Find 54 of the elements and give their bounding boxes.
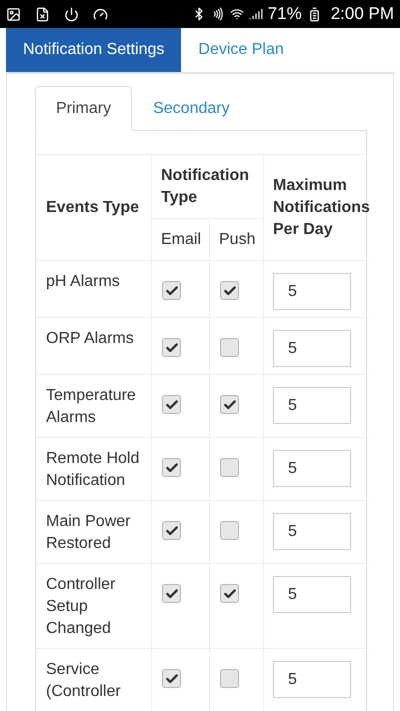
checkbox[interactable] xyxy=(162,338,181,357)
table-cell: Temperature Alarms xyxy=(36,375,152,438)
table-cell: Service (Controller xyxy=(36,649,152,711)
check-icon xyxy=(222,284,236,298)
input-field[interactable]: 5 xyxy=(273,450,351,487)
table-cell: pH Alarms xyxy=(36,261,152,318)
check-icon xyxy=(164,460,178,474)
column-header: Push xyxy=(210,219,264,261)
check-icon xyxy=(164,524,178,538)
clock: 2:00 PM xyxy=(330,3,394,26)
checkbox[interactable] xyxy=(220,584,239,603)
check-icon xyxy=(164,340,178,354)
checkbox[interactable] xyxy=(220,281,239,300)
check-icon xyxy=(222,586,236,600)
checkbox[interactable] xyxy=(162,521,181,540)
signal-icon xyxy=(248,7,263,21)
tab[interactable]: Secondary xyxy=(132,86,251,131)
table-cell: Remote Hold Notification xyxy=(36,438,152,501)
checkbox[interactable] xyxy=(162,458,181,477)
checkbox[interactable] xyxy=(220,669,239,688)
check-icon xyxy=(164,398,178,412)
checkbox[interactable] xyxy=(220,458,239,477)
check-icon xyxy=(222,398,236,412)
column-header: Email xyxy=(152,219,210,261)
check-icon xyxy=(164,672,178,686)
checkbox[interactable] xyxy=(220,521,239,540)
table-cell: ORP Alarms xyxy=(36,318,152,375)
checkbox[interactable] xyxy=(220,338,239,357)
input-field[interactable]: 5 xyxy=(273,273,351,310)
check-icon xyxy=(164,586,178,600)
input-field[interactable]: 5 xyxy=(273,387,351,424)
wifi-icon xyxy=(230,7,244,21)
checkbox[interactable] xyxy=(220,395,239,414)
battery-percent: 71% xyxy=(268,3,302,26)
check-icon xyxy=(164,284,178,298)
image-icon xyxy=(6,6,21,22)
checkbox[interactable] xyxy=(162,281,181,300)
input-field[interactable]: 5 xyxy=(273,661,351,698)
checkbox[interactable] xyxy=(162,395,181,414)
tab[interactable]: Primary xyxy=(35,86,132,131)
input-field[interactable]: 5 xyxy=(273,330,351,367)
table-cell: Controller Setup Changed xyxy=(36,564,152,649)
file-icon xyxy=(35,6,50,22)
table-cell: Main Power Restored xyxy=(36,501,152,564)
column-header: Events Type xyxy=(36,155,152,261)
checkbox[interactable] xyxy=(162,584,181,603)
power-icon xyxy=(64,6,79,22)
column-header: Maximum Notifications Per Day xyxy=(264,155,368,261)
checkbox[interactable] xyxy=(162,669,181,688)
input-field[interactable]: 5 xyxy=(273,513,351,550)
gauge-icon xyxy=(93,6,108,22)
tab[interactable]: Notification Settings xyxy=(6,28,182,72)
column-header: Notification Type xyxy=(152,155,264,219)
input-field[interactable]: 5 xyxy=(273,576,351,613)
